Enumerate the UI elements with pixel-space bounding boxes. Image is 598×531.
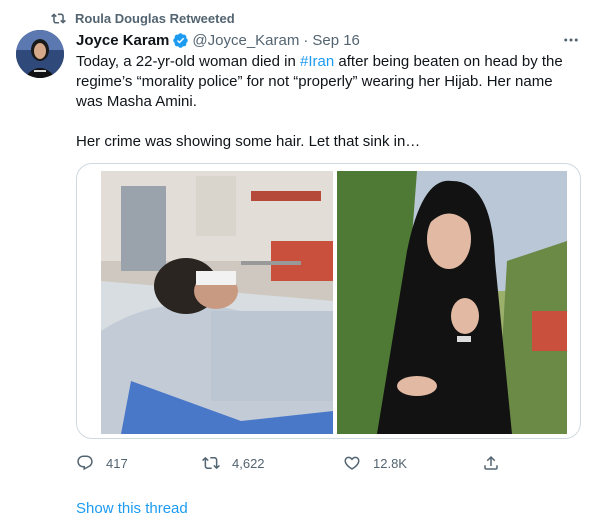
media-container [76, 163, 581, 439]
verified-badge-icon [173, 32, 189, 48]
share-icon [484, 455, 498, 470]
show-thread-link[interactable]: Show this thread [76, 500, 188, 517]
tweet-paragraph-1: Today, a 22-yr-old woman died in #Iran a… [76, 52, 581, 112]
avatar-image [16, 30, 64, 78]
share-button[interactable] [482, 452, 500, 474]
portrait-photo[interactable] [337, 171, 567, 434]
hashtag-link[interactable]: #Iran [300, 53, 334, 70]
reply-icon [77, 455, 93, 471]
portrait-photo-image [337, 171, 567, 434]
retweet-label: Roula Douglas Retweeted [75, 10, 235, 26]
tweet-text-start: Today, a 22-yr-old woman died in [76, 53, 301, 70]
author-handle[interactable]: @Joyce_Karam [192, 32, 299, 49]
tweet-date[interactable]: Sep 16 [312, 32, 360, 49]
tweet-actions: 417 4,622 12.8K [76, 452, 501, 474]
tweet-body: Today, a 22-yr-old woman died in #Iran a… [76, 52, 581, 152]
retweet-count: 4,622 [232, 455, 265, 471]
like-button[interactable]: 12.8K [343, 452, 407, 474]
hospital-photo[interactable] [101, 171, 333, 434]
tweet-paragraph-2: Her crime was showing some hair. Let tha… [76, 133, 421, 150]
separator-dot: · [303, 31, 309, 49]
avatar[interactable] [16, 30, 64, 78]
reply-count: 417 [106, 455, 128, 471]
tweet-header: Joyce Karam @Joyce_Karam · Sep 16 [76, 30, 581, 50]
retweet-button[interactable]: 4,622 [202, 452, 265, 474]
retweet-icon [51, 12, 66, 24]
retweet-context[interactable]: Roula Douglas Retweeted [51, 9, 235, 27]
reply-button[interactable]: 417 [76, 452, 128, 474]
hospital-photo-image [101, 171, 333, 434]
retweet-action-icon [202, 456, 220, 470]
more-options-icon[interactable] [561, 30, 581, 50]
like-count: 12.8K [373, 455, 407, 471]
heart-icon [344, 456, 360, 470]
more-dots-icon [564, 38, 578, 42]
author-name[interactable]: Joyce Karam [76, 32, 169, 49]
